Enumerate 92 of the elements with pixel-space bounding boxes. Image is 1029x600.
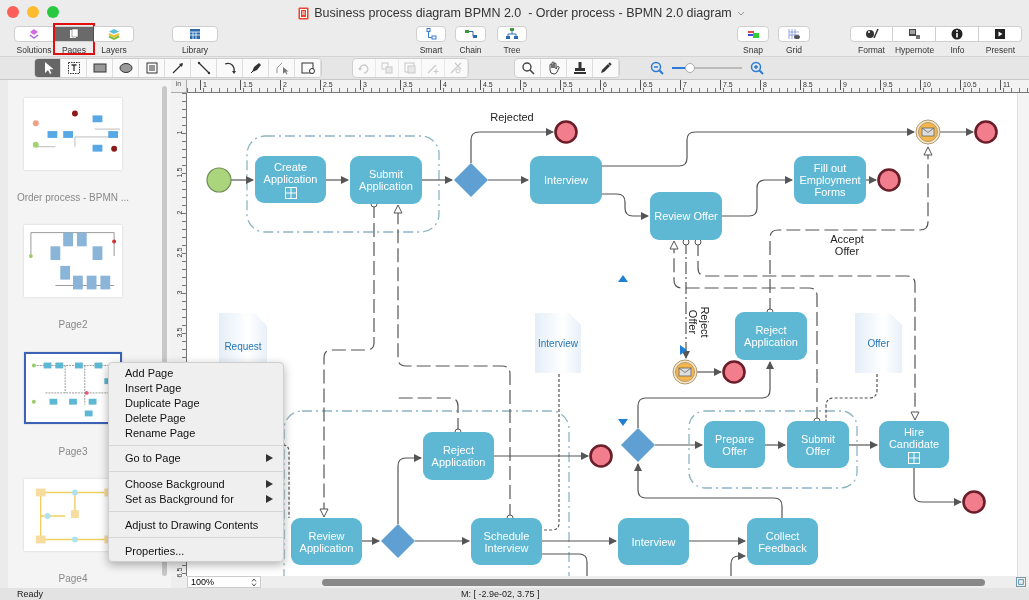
subprocess-marker-icon (908, 451, 920, 464)
end-event[interactable] (974, 120, 998, 144)
cut-icon (448, 60, 464, 76)
end-event[interactable] (962, 490, 986, 514)
fit-page-icon[interactable] (1016, 577, 1026, 587)
layers-stack-icon (106, 27, 121, 41)
info-icon (950, 27, 964, 41)
menu-item[interactable]: Delete Page (109, 410, 283, 426)
stamp-icon (571, 60, 588, 76)
document-icon (298, 6, 310, 20)
sequence-flow-arrow (688, 537, 746, 545)
menu-item[interactable]: Adjust to Drawing Contents (109, 517, 283, 533)
group-icon (379, 60, 395, 76)
chain-icon (463, 27, 478, 41)
play-icon (993, 27, 1007, 41)
menu-item[interactable]: Insert Page (109, 380, 283, 396)
sequence-flow-arrow (325, 176, 349, 184)
end-event[interactable] (554, 120, 578, 144)
slider-thumb[interactable] (684, 63, 695, 73)
layers-icon (27, 27, 41, 41)
connection-handle[interactable] (680, 345, 687, 355)
palette-icon (864, 27, 879, 41)
tool-button[interactable] (35, 59, 61, 77)
sequence-flow-arrow (601, 193, 649, 220)
menu-item[interactable]: Choose Background (109, 476, 283, 492)
sequence-flow-arrow (939, 128, 974, 136)
end-event[interactable] (877, 168, 901, 192)
grid-icon (188, 27, 202, 41)
zoom-in-icon[interactable] (750, 61, 764, 75)
start-event[interactable] (206, 167, 232, 193)
gateway-diamond[interactable] (381, 524, 415, 558)
connection-handle[interactable] (618, 275, 628, 282)
ungroup-icon (402, 60, 418, 76)
sequence-flow-arrow (654, 441, 703, 449)
flow-label: Reject Offer (687, 305, 711, 340)
end-event[interactable] (722, 360, 746, 384)
sequence-flow-arrow (361, 537, 380, 545)
sequence-flow-arrow (764, 441, 786, 449)
coordinates-text: M: [ -2.9e-02, 3.75 ] (461, 589, 540, 599)
sequence-flow-arrow (865, 176, 877, 184)
document-node[interactable]: Interview (535, 313, 581, 373)
sequence-flow-arrow (730, 552, 746, 576)
subprocess-marker-icon (284, 186, 297, 199)
menu-item[interactable]: Go to Page (109, 451, 283, 466)
sequence-flow-arrow (414, 537, 470, 545)
note-icon (143, 60, 160, 76)
sequence-flow-arrow (421, 176, 453, 184)
line-icon (195, 60, 212, 76)
submenu-arrow-icon (266, 454, 273, 463)
page-label: Page4 (58, 573, 88, 584)
sequence-flow-arrow (721, 176, 793, 217)
close-button[interactable] (7, 6, 19, 18)
connection-handle[interactable] (618, 419, 628, 426)
end-event[interactable] (589, 444, 613, 468)
page-label: Page2 (58, 319, 88, 330)
association-line (825, 373, 878, 422)
sequence-flow-arrow (848, 441, 878, 449)
note-icon (907, 27, 921, 41)
polyline-icon (273, 60, 290, 76)
status-text: Ready (17, 589, 43, 599)
page-thumbnail[interactable] (24, 98, 122, 170)
flow-label: Accept Offer (829, 233, 865, 257)
chevron-down-icon[interactable] (736, 10, 745, 16)
gateway-diamond[interactable] (454, 163, 488, 197)
grid-icon (787, 27, 801, 41)
window-title: Business process diagram BPMN 2.0 - Order process - BPMN 2.0 diagram (314, 6, 732, 20)
document-node[interactable]: Offer (855, 313, 902, 373)
page-label: Page3 (58, 446, 88, 457)
text-box-icon (65, 60, 82, 76)
rectangle-icon (91, 60, 108, 76)
zoom-field[interactable]: 100% (187, 576, 261, 588)
stepper-icon[interactable] (251, 577, 257, 587)
sequence-flow-arrow (397, 454, 422, 525)
menu-item[interactable]: Set as Background for (109, 491, 283, 507)
search-icon (519, 60, 536, 76)
page-thumbnail[interactable] (24, 225, 122, 297)
menu-item[interactable]: Properties... (109, 543, 283, 558)
zoom-out-icon[interactable] (650, 61, 664, 75)
tree-icon (505, 27, 519, 41)
sequence-flow-arrow (230, 176, 254, 184)
menu-item[interactable]: Rename Page (109, 425, 283, 440)
message-event[interactable] (915, 119, 941, 145)
sequence-flow-arrow (487, 176, 529, 184)
menu-item[interactable]: Duplicate Page (109, 395, 283, 411)
sequence-flow-arrow (913, 467, 962, 506)
connector-icon (424, 27, 438, 41)
ellipse-icon (117, 60, 134, 76)
page-label: Order process - BPMN ... (16, 192, 130, 203)
scrollbar[interactable] (1017, 93, 1029, 576)
sequence-flow-line (541, 553, 588, 576)
flow-label: Rejected (489, 111, 535, 123)
gateway-diamond[interactable] (621, 428, 655, 462)
